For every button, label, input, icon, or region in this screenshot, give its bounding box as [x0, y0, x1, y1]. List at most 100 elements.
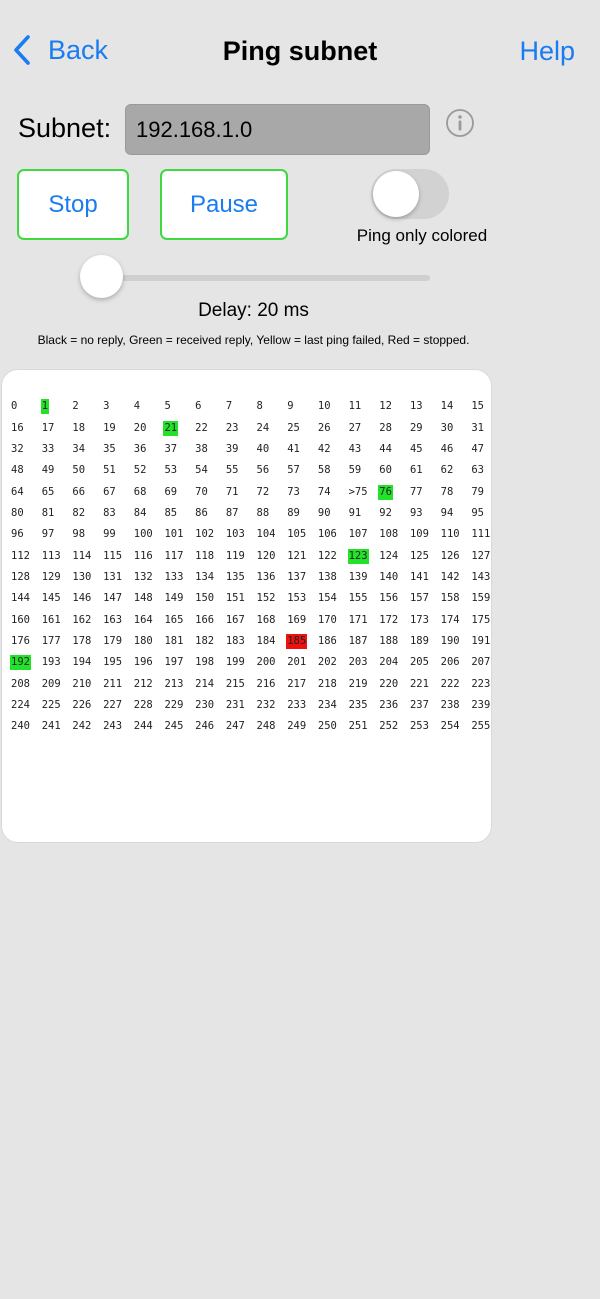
host-cell-78[interactable]: 78 [440, 481, 471, 502]
host-cell-223[interactable]: 223 [470, 673, 501, 694]
host-cell-158[interactable]: 158 [440, 588, 471, 609]
host-cell-242[interactable]: 242 [71, 716, 102, 737]
host-cell-52[interactable]: 52 [133, 460, 164, 481]
host-cell-41[interactable]: 41 [286, 439, 317, 460]
host-cell-59[interactable]: 59 [348, 460, 379, 481]
host-cell-10[interactable]: 10 [317, 396, 348, 417]
host-cell-119[interactable]: 119 [225, 545, 256, 566]
host-cell-45[interactable]: 45 [409, 439, 440, 460]
host-cell-110[interactable]: 110 [440, 524, 471, 545]
host-cell-88[interactable]: 88 [256, 503, 287, 524]
host-cell-248[interactable]: 248 [256, 716, 287, 737]
host-cell-212[interactable]: 212 [133, 673, 164, 694]
host-cell-178[interactable]: 178 [71, 631, 102, 652]
host-cell-235[interactable]: 235 [348, 695, 379, 716]
host-cell-185[interactable]: 185 [286, 631, 317, 652]
host-cell-120[interactable]: 120 [256, 545, 287, 566]
host-cell-130[interactable]: 130 [71, 567, 102, 588]
host-cell-95[interactable]: 95 [470, 503, 501, 524]
host-cell-148[interactable]: 148 [133, 588, 164, 609]
host-cell-251[interactable]: 251 [348, 716, 379, 737]
host-cell-207[interactable]: 207 [470, 652, 501, 673]
host-cell-11[interactable]: 11 [348, 396, 379, 417]
host-cell-64[interactable]: 64 [10, 481, 41, 502]
pause-button[interactable]: Pause [160, 169, 288, 240]
host-cell-189[interactable]: 189 [409, 631, 440, 652]
delay-slider-track[interactable] [80, 275, 430, 281]
host-cell-252[interactable]: 252 [378, 716, 409, 737]
host-cell-187[interactable]: 187 [348, 631, 379, 652]
host-cell-53[interactable]: 53 [163, 460, 194, 481]
host-cell-232[interactable]: 232 [256, 695, 287, 716]
host-cell-188[interactable]: 188 [378, 631, 409, 652]
host-cell-56[interactable]: 56 [256, 460, 287, 481]
host-cell-149[interactable]: 149 [163, 588, 194, 609]
host-cell-28[interactable]: 28 [378, 417, 409, 438]
host-cell-75[interactable]: >75 [348, 481, 379, 502]
host-cell-35[interactable]: 35 [102, 439, 133, 460]
host-cell-50[interactable]: 50 [71, 460, 102, 481]
host-cell-84[interactable]: 84 [133, 503, 164, 524]
host-cell-112[interactable]: 112 [10, 545, 41, 566]
host-cell-51[interactable]: 51 [102, 460, 133, 481]
help-button[interactable]: Help [519, 36, 575, 67]
host-cell-114[interactable]: 114 [71, 545, 102, 566]
host-cell-121[interactable]: 121 [286, 545, 317, 566]
host-cell-107[interactable]: 107 [348, 524, 379, 545]
host-cell-168[interactable]: 168 [256, 609, 287, 630]
host-cell-141[interactable]: 141 [409, 567, 440, 588]
host-cell-138[interactable]: 138 [317, 567, 348, 588]
host-cell-172[interactable]: 172 [378, 609, 409, 630]
host-cell-91[interactable]: 91 [348, 503, 379, 524]
host-cell-224[interactable]: 224 [10, 695, 41, 716]
host-cell-108[interactable]: 108 [378, 524, 409, 545]
host-cell-0[interactable]: 0 [10, 396, 41, 417]
host-cell-231[interactable]: 231 [225, 695, 256, 716]
host-cell-244[interactable]: 244 [133, 716, 164, 737]
host-cell-129[interactable]: 129 [41, 567, 72, 588]
host-cell-103[interactable]: 103 [225, 524, 256, 545]
host-cell-9[interactable]: 9 [286, 396, 317, 417]
host-cell-190[interactable]: 190 [440, 631, 471, 652]
ping-only-colored-toggle[interactable] [371, 169, 449, 219]
host-cell-236[interactable]: 236 [378, 695, 409, 716]
host-cell-32[interactable]: 32 [10, 439, 41, 460]
host-cell-23[interactable]: 23 [225, 417, 256, 438]
host-cell-21[interactable]: 21 [163, 417, 194, 438]
host-cell-202[interactable]: 202 [317, 652, 348, 673]
host-cell-60[interactable]: 60 [378, 460, 409, 481]
host-cell-226[interactable]: 226 [71, 695, 102, 716]
host-cell-6[interactable]: 6 [194, 396, 225, 417]
info-icon[interactable] [445, 108, 475, 138]
host-cell-203[interactable]: 203 [348, 652, 379, 673]
host-cell-170[interactable]: 170 [317, 609, 348, 630]
stop-button[interactable]: Stop [17, 169, 129, 240]
host-cell-37[interactable]: 37 [163, 439, 194, 460]
host-cell-40[interactable]: 40 [256, 439, 287, 460]
host-cell-74[interactable]: 74 [317, 481, 348, 502]
host-cell-17[interactable]: 17 [41, 417, 72, 438]
host-cell-98[interactable]: 98 [71, 524, 102, 545]
host-cell-227[interactable]: 227 [102, 695, 133, 716]
host-cell-220[interactable]: 220 [378, 673, 409, 694]
host-cell-66[interactable]: 66 [71, 481, 102, 502]
host-cell-76[interactable]: 76 [378, 481, 409, 502]
host-cell-239[interactable]: 239 [470, 695, 501, 716]
subnet-input[interactable] [125, 104, 430, 155]
host-cell-196[interactable]: 196 [133, 652, 164, 673]
host-cell-38[interactable]: 38 [194, 439, 225, 460]
host-cell-233[interactable]: 233 [286, 695, 317, 716]
host-cell-167[interactable]: 167 [225, 609, 256, 630]
host-cell-225[interactable]: 225 [41, 695, 72, 716]
host-cell-254[interactable]: 254 [440, 716, 471, 737]
host-cell-80[interactable]: 80 [10, 503, 41, 524]
host-cell-164[interactable]: 164 [133, 609, 164, 630]
host-cell-211[interactable]: 211 [102, 673, 133, 694]
host-cell-193[interactable]: 193 [41, 652, 72, 673]
host-cell-43[interactable]: 43 [348, 439, 379, 460]
host-cell-61[interactable]: 61 [409, 460, 440, 481]
host-cell-144[interactable]: 144 [10, 588, 41, 609]
host-cell-210[interactable]: 210 [71, 673, 102, 694]
host-cell-241[interactable]: 241 [41, 716, 72, 737]
host-cell-90[interactable]: 90 [317, 503, 348, 524]
